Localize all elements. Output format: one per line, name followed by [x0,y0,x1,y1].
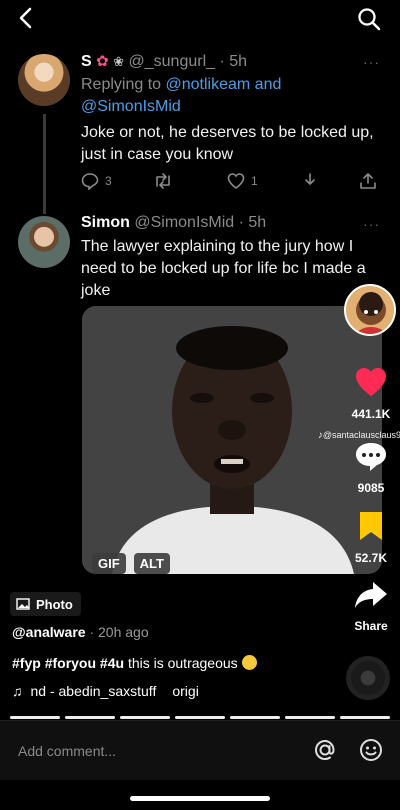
bookmark-button[interactable] [301,172,319,190]
username[interactable]: @analware [12,624,86,640]
mention-link[interactable]: @SimonIsMid [81,98,181,115]
lotus-emoji-icon: ❀ [113,54,125,69]
caption: #fyp #foryou #4u this is outrageous [12,655,257,671]
reply-count: 3 [105,174,112,188]
photo-chip[interactable]: Photo [10,592,81,616]
handle-time: @SimonIsMid · 5h [134,214,267,231]
emoji-button[interactable] [358,737,386,765]
home-indicator [130,796,270,801]
post-overlay: Photo @analware · 20h ago #fyp #foryou #… [0,580,400,720]
tiktok-handle: @santaclausclaus96 [322,430,400,440]
progress-segment [175,716,225,719]
music-title-suffix: origi [172,683,199,699]
heart-outline-icon [227,173,245,190]
search-button[interactable] [354,4,384,34]
progress-segment [65,716,115,719]
hashtag[interactable]: #4u [100,655,124,671]
display-name: Simon [81,214,130,231]
like-button[interactable]: 1 [227,172,258,190]
media-badges: GIF ALT [92,553,170,574]
search-icon [358,8,381,31]
music-note-icon: ♫ [12,683,23,699]
comment-bubble-icon [356,443,386,471]
flower-emoji-icon: ✿ [96,53,109,70]
mention-link[interactable]: @notlikeam [166,76,251,93]
alt-badge[interactable]: ALT [133,553,170,574]
like-count: 441.1K [351,407,391,421]
hashtag[interactable]: #fyp [12,655,41,671]
replying-to: Replying to @notlikeam and @SimonIsMid [81,74,281,118]
download-icon [305,173,315,185]
comment-bar: Add comment... [0,720,400,780]
mention-button[interactable] [312,737,340,765]
tweet-header: Simon @SimonIsMid · 5h [81,214,266,232]
comment-input[interactable]: Add comment... [18,743,116,759]
emoji-icon [360,739,382,761]
progress-segment [120,716,170,719]
thread-line [43,114,46,214]
progress-segment [340,716,390,719]
retweet-button[interactable] [153,172,173,190]
progress-segment [230,716,280,719]
post-image[interactable]: S ✿ ❀ @_sungurl_ · 5h ··· Replying to @n… [0,40,400,720]
reply-icon [81,173,99,190]
music-disc-icon[interactable] [346,656,390,700]
bookmark-icon [360,512,382,540]
replying-label: Replying to [81,76,162,93]
music-line[interactable]: ♫ nd - abedin_saxstuff origi [12,683,199,699]
save-action[interactable]: 52.7K [332,510,400,565]
and-text: and [254,76,282,93]
comment-action[interactable]: 9085 [332,440,400,495]
like-action[interactable]: 441.1K [332,366,400,421]
comment-count: 9085 [357,481,385,495]
back-button[interactable] [12,4,40,32]
caption-text: this is outrageous [127,655,238,671]
progress-segments [10,716,390,719]
poster-line: @analware · 20h ago [12,624,149,640]
tweet-header: S ✿ ❀ @_sungurl_ · 5h [81,52,247,71]
photo-label: Photo [36,596,73,612]
progress-segment [10,716,60,719]
reply-button[interactable]: 3 [81,172,112,190]
display-name: S [81,53,92,70]
post-age: · 20h ago [89,624,149,640]
grimace-emoji-icon [241,655,257,670]
at-icon [314,739,335,761]
avatar [18,216,70,268]
avatar [18,54,70,106]
handle-time: @_sungurl_ · 5h [128,53,248,70]
heart-icon [356,368,386,396]
hashtag[interactable]: #foryou [45,655,96,671]
gif-badge: GIF [92,553,126,574]
retweet-icon [156,173,170,189]
photo-icon [16,598,30,610]
like-count: 1 [251,174,258,188]
back-arrow-icon [19,7,32,29]
creator-avatar[interactable] [344,284,396,336]
cartoon-avatar-image [346,286,394,334]
progress-segment [285,716,335,719]
save-count: 52.7K [354,551,388,565]
music-title: nd - abedin_saxstuff [30,683,157,699]
top-bar [0,0,400,40]
